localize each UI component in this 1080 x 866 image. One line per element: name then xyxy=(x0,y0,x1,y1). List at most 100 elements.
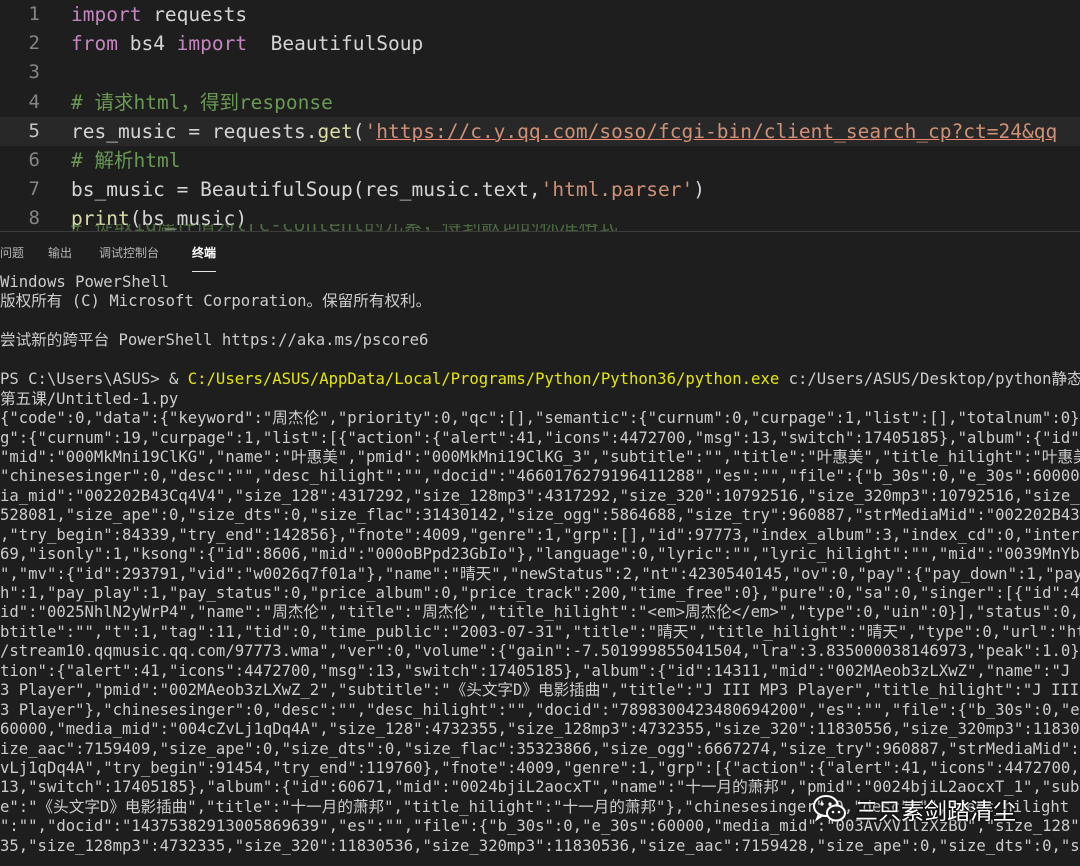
terminal-text: "mid":"000MkMni19ClKG","name":"叶惠美","pmi… xyxy=(0,447,1080,466)
watermark-text: 三只素剑踏清尘 xyxy=(855,799,1016,825)
line-number: 5 xyxy=(28,119,40,142)
terminal-text: 尝试新的跨平台 PowerShell https://aka.ms/pscore… xyxy=(0,331,429,350)
code-token: # 解析html xyxy=(71,148,181,172)
wechat-icon xyxy=(813,795,846,822)
terminal-text: ia_mid":"002202B43Cq4V4","size_128":4317… xyxy=(0,486,1080,505)
terminal-text: /stream10.qqmusic.qq.com/97773.wma","ver… xyxy=(0,642,1080,661)
terminal-text: ize_aac":7159409,"size_ape":0,"size_dts"… xyxy=(0,739,1080,758)
tab-debug-console[interactable]: 调试控制台 xyxy=(99,244,159,261)
code-token: ) xyxy=(693,178,705,202)
terminal-line: /stream10.qqmusic.qq.com/97773.wma","ver… xyxy=(0,642,1080,661)
code-text: bs_music = BeautifulSoup(res_music.text,… xyxy=(71,175,705,204)
terminal-text: ,"try_begin":84339,"try_end":142856},"fn… xyxy=(0,525,1080,544)
terminal-output[interactable]: Windows PowerShell 版权所有 (C) Microsoft Cor… xyxy=(0,273,1080,856)
terminal-line: PS C:\Users\ASUS> & C:/Users/ASUS/AppDat… xyxy=(0,370,1080,389)
terminal-line: 第五课/Untitled-1.py xyxy=(0,390,1080,409)
code-token: bs_music = BeautifulSoup(res_music.text, xyxy=(71,178,541,202)
terminal-text: id":"0025NhlN2yWrP4","name":"周杰伦","title… xyxy=(0,603,1080,622)
terminal-text: 35,"size_128mp3":4732335,"size_320":1183… xyxy=(0,836,1080,855)
terminal-line: "mid":"000MkMni19ClKG","name":"叶惠美","pmi… xyxy=(0,448,1080,467)
tab-problems[interactable]: 问题 xyxy=(0,244,24,261)
line-number: 6 xyxy=(28,148,40,171)
terminal-text: 528081,"size_ape":0,"size_dts":0,"size_f… xyxy=(0,506,1080,525)
terminal-line: id":"0025NhlN2yWrP4","name":"周杰伦","title… xyxy=(0,603,1080,622)
terminal-text: c:/Users/ASUS/Desktop/python静态爬虫/ xyxy=(788,370,1080,389)
code-line[interactable]: 5 res_music = requests.get('https://c.y.q… xyxy=(0,116,1080,146)
line-number: 7 xyxy=(28,178,40,201)
code-line[interactable]: 3 xyxy=(0,58,1080,87)
tab-terminal[interactable]: 终端 xyxy=(192,244,217,272)
terminal-line: "chinesesinger":0,"desc":"","desc_hiligh… xyxy=(0,467,1080,486)
terminal-line: btitle":"","t":1,"tag":11,"tid":0,"time_… xyxy=(0,623,1080,642)
line-number: 3 xyxy=(28,61,40,84)
code-token: BeautifulSoup xyxy=(247,32,424,56)
terminal-line: 尝试新的跨平台 PowerShell https://aka.ms/pscore… xyxy=(0,331,1080,350)
line-number: 2 xyxy=(28,32,40,55)
terminal-line: 3 Player"},"chinesesinger":0,"desc":"","… xyxy=(0,701,1080,720)
code-text: from bs4 import BeautifulSoup xyxy=(71,29,423,58)
terminal-text: 3 Player","pmid":"002MAeob3zLXwZ_2","sub… xyxy=(0,681,1080,700)
terminal-text: PS C:\Users\ASUS> & xyxy=(0,370,188,389)
code-token: # 请求html，得到response xyxy=(71,90,333,114)
code-token: ( xyxy=(352,119,365,143)
code-token: import xyxy=(176,32,248,56)
terminal-text: 第五课/Untitled-1.py xyxy=(0,389,179,408)
terminal-line: ","mv":{"id":293791,"vid":"w0026q7f01a"}… xyxy=(0,565,1080,584)
line-number: 4 xyxy=(28,90,40,113)
bottom-panel: 问题 输出 调试控制台 终端 Windows PowerShell 版权所有 (C… xyxy=(0,231,1080,866)
terminal-line: h":1,"pay_play":1,"pay_status":0,"price_… xyxy=(0,584,1080,603)
terminal-line: 528081,"size_ape":0,"size_dts":0,"size_f… xyxy=(0,506,1080,525)
code-token: bs4 xyxy=(117,32,177,56)
terminal-line: tion":{"alert":41,"icons":4472700,"msg":… xyxy=(0,662,1080,681)
terminal-text: tion":{"alert":41,"icons":4472700,"msg":… xyxy=(0,661,1080,680)
code-line[interactable]: 7 bs_music = BeautifulSoup(res_music.text… xyxy=(0,175,1080,204)
terminal-text: 3 Player"},"chinesesinger":0,"desc":"","… xyxy=(0,700,1080,719)
code-editor[interactable]: 1 import requests 2 from bs4 import Beautif… xyxy=(0,0,1080,231)
code-token: from xyxy=(71,32,118,56)
terminal-text: 60000,"media_mid":"004cZvLj1qDq4A","size… xyxy=(0,720,1080,739)
terminal-line: 69,"isonly":1,"ksong":{"id":8606,"mid":"… xyxy=(0,545,1080,564)
terminal-line: ia_mid":"002202B43Cq4V4","size_128":4317… xyxy=(0,487,1080,506)
terminal-line: ,"try_begin":84339,"try_end":142856},"fn… xyxy=(0,526,1080,545)
code-text: # 请求html，得到response xyxy=(71,88,333,117)
terminal-text: vLj1qDq4A","try_begin":91454,"try_end":1… xyxy=(0,758,1080,777)
code-token: https://c.y.qq.com/soso/fcgi-bin/client_… xyxy=(376,119,1058,143)
watermark: 三只素剑踏清尘 xyxy=(813,788,1016,830)
code-token: get xyxy=(317,119,353,143)
code-line[interactable]: 4 # 请求html，得到response xyxy=(0,88,1080,117)
line-number: 8 xyxy=(28,207,40,230)
partially-hidden-code-line: # 提取id属性值为lrc-content的元素，得到歌词的标准格式 xyxy=(71,224,771,231)
terminal-text: Windows PowerShell xyxy=(0,273,169,291)
terminal-line: 版权所有 (C) Microsoft Corporation。保留所有权利。 xyxy=(0,292,1080,311)
terminal-text: h":1,"pay_play":1,"pay_status":0,"price_… xyxy=(0,584,1080,602)
tab-output[interactable]: 输出 xyxy=(48,244,72,261)
terminal-line: ize_aac":7159409,"size_ape":0,"size_dts"… xyxy=(0,740,1080,759)
panel-tab-bar: 问题 输出 调试控制台 终端 xyxy=(0,232,1080,273)
python-path: C:/Users/ASUS/AppData/Local/Programs/Pyt… xyxy=(187,370,780,389)
code-token: import xyxy=(71,3,142,26)
terminal-line: 35,"size_128mp3":4732335,"size_320":1183… xyxy=(0,837,1080,856)
terminal-text: 69,"isonly":1,"ksong":{"id":8606,"mid":"… xyxy=(0,545,1080,564)
code-token: requests xyxy=(141,3,248,26)
line-number: 1 xyxy=(28,3,40,25)
code-text: # 解析html xyxy=(71,146,180,175)
terminal-line: 60000,"media_mid":"004cZvLj1qDq4A","size… xyxy=(0,720,1080,739)
terminal-line: vLj1qDq4A","try_begin":91454,"try_end":1… xyxy=(0,759,1080,778)
code-line[interactable]: 2 from bs4 import BeautifulSoup xyxy=(0,29,1080,58)
terminal-text: {"code":0,"data":{"keyword":"周杰伦","prior… xyxy=(0,409,1080,428)
terminal-line: {"code":0,"data":{"keyword":"周杰伦","prior… xyxy=(0,409,1080,428)
code-line[interactable]: 1 import requests xyxy=(0,0,1080,29)
code-token: res_music = requests. xyxy=(71,119,318,143)
terminal-line: Windows PowerShell xyxy=(0,273,1080,292)
terminal-text: 版权所有 (C) Microsoft Corporation。保留所有权利。 xyxy=(0,292,432,311)
code-text: # 提取id属性值为lrc-content的元素，得到歌词的标准格式 xyxy=(71,224,771,231)
terminal-line: g":{"curnum":19,"curpage":1,"list":[{"ac… xyxy=(0,429,1080,448)
terminal-line: 3 Player","pmid":"002MAeob3zLXwZ_2","sub… xyxy=(0,681,1080,700)
code-text: import requests xyxy=(71,0,247,29)
terminal-text: btitle":"","t":1,"tag":11,"tid":0,"time_… xyxy=(0,622,1080,641)
code-line[interactable]: 6 # 解析html xyxy=(0,146,1080,175)
code-text: res_music = requests.get('https://c.y.qq… xyxy=(71,117,1057,146)
terminal-text: "chinesesinger":0,"desc":"","desc_hiligh… xyxy=(0,467,1080,486)
